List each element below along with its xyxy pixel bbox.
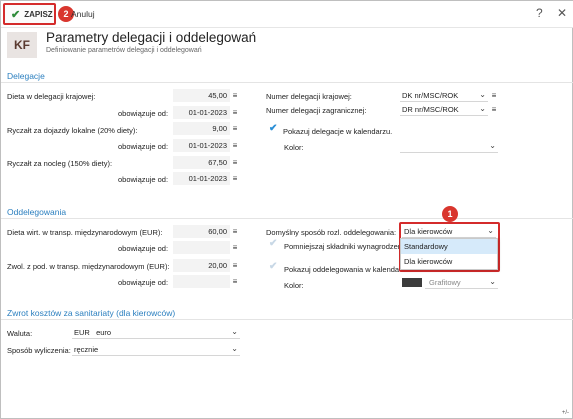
pomniejszaj-label: Pomniejszaj składniki wynagrodzeń <box>284 242 399 251</box>
obow-label: obowiązuje od: <box>118 109 169 118</box>
resize-indicator: +/- <box>561 410 569 416</box>
kolor-oddel-select[interactable]: Grafitowy ⌄ <box>425 276 498 289</box>
divider <box>1 82 573 83</box>
sposob-wyl-label: Sposób wyliczenia: <box>7 346 71 355</box>
window: ✔ ZAPISZ 2 Anuluj ? ✕ KF Parametry deleg… <box>0 0 573 419</box>
kolor-select[interactable]: ⌄ <box>400 140 498 153</box>
obow-label: obowiązuje od: <box>118 278 169 287</box>
kolor-label: Kolor: <box>284 281 304 290</box>
menu-icon[interactable]: ≡ <box>489 89 499 102</box>
nr-kraj-select[interactable]: DK nr/MSC/ROK ⌄ <box>400 89 488 102</box>
obow-label: obowiązuje od: <box>118 244 169 253</box>
chevron-down-icon: ⌄ <box>489 277 496 286</box>
step-badge-1: 1 <box>442 206 458 222</box>
nr-kraj-value: DK nr/MSC/ROK <box>402 90 459 100</box>
help-icon[interactable]: ? <box>536 6 543 20</box>
menu-icon[interactable]: ≡ <box>230 106 240 119</box>
ryczalt-noc-label: Ryczałt za nocleg (150% diety): <box>7 159 113 168</box>
dieta-wirt-label: Dieta wirt. w transp. międzynarodowym (E… <box>7 228 163 237</box>
chevron-down-icon: ⌄ <box>489 141 496 150</box>
save-button[interactable]: ✔ ZAPISZ <box>3 3 56 25</box>
zwol-label: Zwol. z pod. w transp. międzynarodowym (… <box>7 262 170 271</box>
sposob-label: Domyślny sposób rozl. oddelegowania: <box>266 228 397 237</box>
dieta-kraj-input[interactable]: 45,00 <box>173 89 230 102</box>
sposob-dropdown: Standardowy Dla kierowców <box>400 238 498 270</box>
menu-icon[interactable]: ≡ <box>230 122 240 135</box>
menu-icon[interactable]: ≡ <box>230 275 240 288</box>
section-delegacje: Delegacje <box>7 71 45 81</box>
sposob-wyl-value: ręcznie <box>74 344 99 354</box>
app-logo: KF <box>7 32 37 58</box>
dropdown-option-dla-kierowcow[interactable]: Dla kierowców <box>401 254 497 269</box>
dieta-wirt-input[interactable]: 60,00 <box>173 225 230 238</box>
pomniejszaj-checkbox[interactable]: ✔ <box>269 238 277 249</box>
menu-icon[interactable]: ≡ <box>230 225 240 238</box>
pokazuj-oddel-checkbox[interactable]: ✔ <box>269 261 277 272</box>
menu-icon[interactable]: ≡ <box>230 139 240 152</box>
dropdown-option-standardowy[interactable]: Standardowy <box>401 239 497 254</box>
menu-icon[interactable]: ≡ <box>230 156 240 169</box>
chevron-down-icon: ⌄ <box>231 344 238 353</box>
pokazuj-delegacje-label: Pokazuj delegacje w kalendarzu. <box>283 127 393 136</box>
menu-icon[interactable]: ≡ <box>230 241 240 254</box>
kolor-oddel-value: Grafitowy <box>429 277 461 287</box>
chevron-down-icon: ⌄ <box>479 90 486 99</box>
close-icon[interactable]: ✕ <box>557 6 567 20</box>
pokazuj-delegacje-checkbox[interactable]: ✔ <box>269 123 277 134</box>
waluta-value: EUR euro <box>74 327 112 337</box>
waluta-select[interactable]: EUR euro ⌄ <box>72 326 240 339</box>
divider <box>1 218 573 219</box>
nr-zagr-select[interactable]: DR nr/MSC/ROK ⌄ <box>400 103 488 116</box>
menu-icon[interactable]: ≡ <box>230 89 240 102</box>
obow-label: obowiązuje od: <box>118 142 169 151</box>
section-oddelegowania: Oddelegowania <box>7 207 67 217</box>
sposob-wyl-select[interactable]: ręcznie ⌄ <box>72 343 240 356</box>
chevron-down-icon: ⌄ <box>479 104 486 113</box>
menu-icon[interactable]: ≡ <box>230 172 240 185</box>
kolor-label: Kolor: <box>284 143 304 152</box>
zwol-input[interactable]: 20,00 <box>173 259 230 272</box>
menu-icon[interactable]: ≡ <box>230 259 240 272</box>
waluta-label: Waluta: <box>7 329 33 338</box>
zwol-date[interactable] <box>173 275 230 288</box>
ryczalt-lok-date[interactable]: 01-01-2023 <box>173 139 230 152</box>
ryczalt-noc-date[interactable]: 01-01-2023 <box>173 172 230 185</box>
nr-zagr-value: DR nr/MSC/ROK <box>402 104 459 114</box>
color-swatch <box>402 278 422 287</box>
check-icon: ✔ <box>11 8 21 21</box>
page-title: Parametry delegacji i oddelegowań <box>46 30 257 45</box>
section-sanitariaty: Zwrot kosztów za sanitariaty (dla kierow… <box>7 308 176 318</box>
save-label: ZAPISZ <box>24 9 53 19</box>
pokazuj-oddel-label: Pokazuj oddelegowania w kalendarzu. <box>284 265 399 274</box>
chevron-down-icon: ⌄ <box>231 327 238 336</box>
dieta-kraj-label: Dieta w delegacji krajowej: <box>7 92 96 101</box>
menu-icon[interactable]: ≡ <box>489 103 499 116</box>
divider <box>1 319 573 320</box>
dieta-kraj-date[interactable]: 01-01-2023 <box>173 106 230 119</box>
cancel-button[interactable]: Anuluj <box>71 9 95 19</box>
dieta-wirt-date[interactable] <box>173 241 230 254</box>
ryczalt-lok-input[interactable]: 9,00 <box>173 122 230 135</box>
ryczalt-noc-input[interactable]: 67,50 <box>173 156 230 169</box>
nr-kraj-label: Numer delegacji krajowej: <box>266 92 352 101</box>
page-subtitle: Definiowanie parametrów delegacji i odde… <box>46 47 202 54</box>
obow-label: obowiązuje od: <box>118 175 169 184</box>
ryczalt-lok-label: Ryczałt za dojazdy lokalne (20% diety): <box>7 126 138 135</box>
nr-zagr-label: Numer delegacji zagranicznej: <box>266 106 367 115</box>
